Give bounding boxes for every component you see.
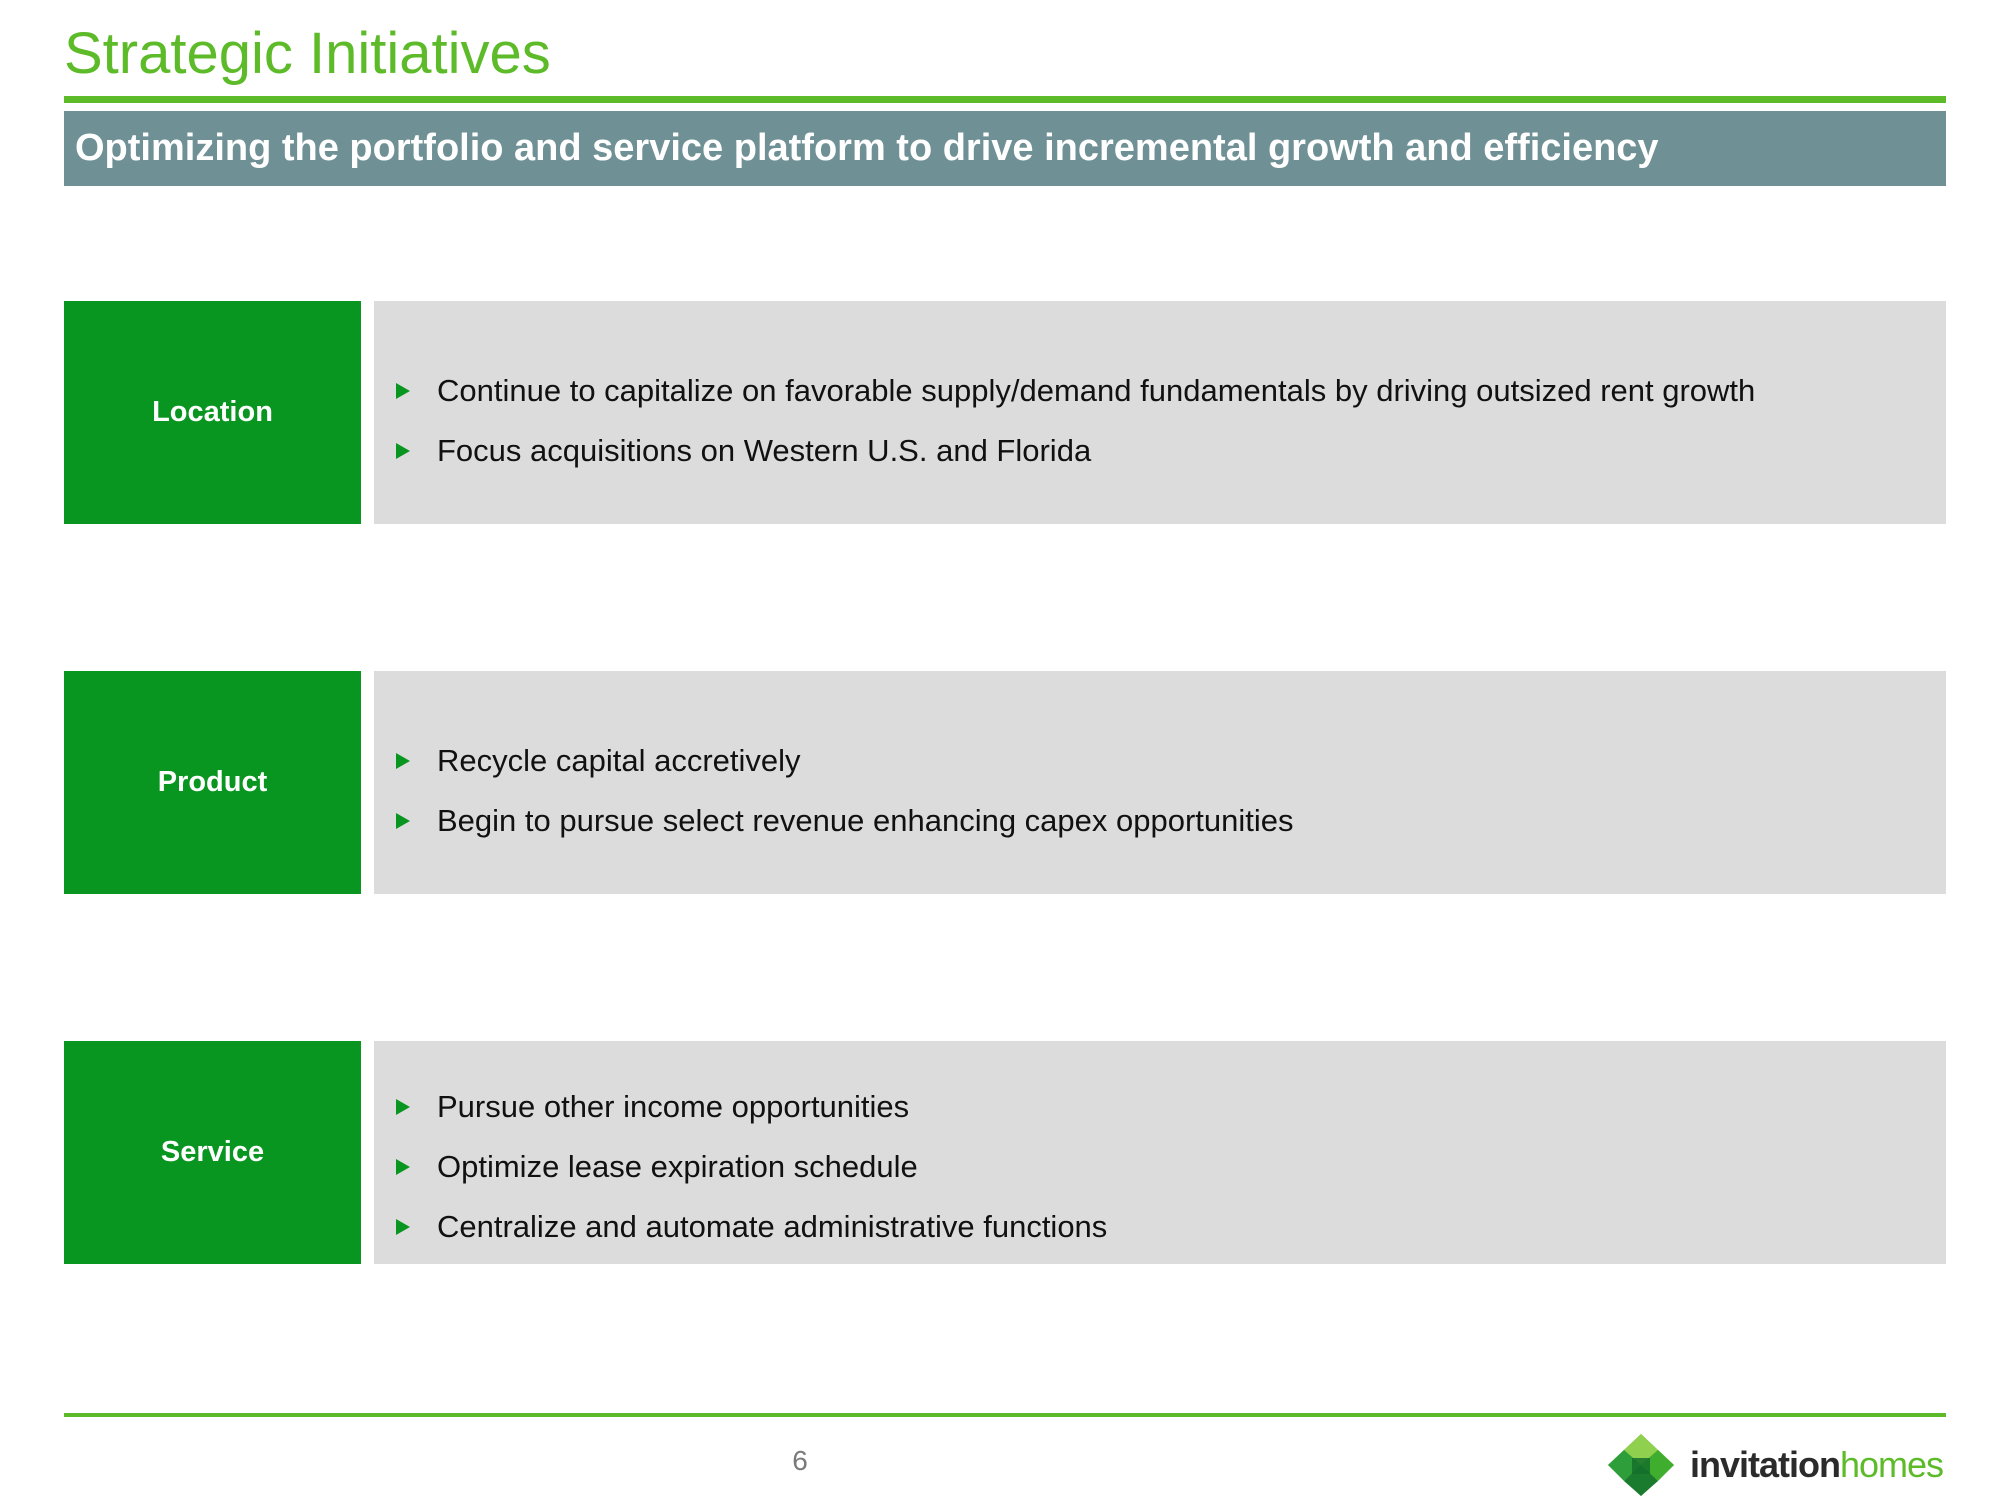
bullet-text: Continue to capitalize on favorable supp… — [437, 373, 1756, 408]
page-number: 6 — [792, 1445, 808, 1476]
page-title: Strategic Initiatives — [64, 21, 551, 86]
triangle-bullet-icon — [396, 753, 410, 769]
bullet-text: Focus acquisitions on Western U.S. and F… — [437, 433, 1092, 468]
initiative-label: Service — [160, 1136, 265, 1168]
bullet-item: Optimize lease expiration schedule — [396, 1137, 1107, 1197]
triangle-bullet-icon — [396, 443, 410, 459]
bullet-item: Centralize and automate administrative f… — [396, 1197, 1107, 1257]
initiative-row-location: Location Continue to capitalize on favor… — [64, 301, 1946, 524]
bullet-item: Recycle capital accretively — [396, 731, 1294, 791]
bullet-text: Begin to pursue select revenue enhancing… — [437, 803, 1294, 838]
triangle-bullet-icon — [396, 813, 410, 829]
footer-divider — [64, 1413, 1946, 1417]
bullet-list: Continue to capitalize on favorable supp… — [396, 361, 1755, 481]
initiative-row-product: Product Recycle capital accretively Begi… — [64, 671, 1946, 894]
bullet-item: Continue to capitalize on favorable supp… — [396, 361, 1755, 421]
bullet-item: Focus acquisitions on Western U.S. and F… — [396, 421, 1755, 481]
initiative-row-service: Service Pursue other income opportunitie… — [64, 1041, 1946, 1264]
initiative-content: Continue to capitalize on favorable supp… — [374, 301, 1946, 524]
bullet-text: Centralize and automate administrative f… — [437, 1209, 1108, 1244]
triangle-bullet-icon — [396, 383, 410, 399]
triangle-bullet-icon — [396, 1099, 410, 1115]
bullet-list: Pursue other income opportunities Optimi… — [396, 1077, 1107, 1257]
bullet-item: Pursue other income opportunities — [396, 1077, 1107, 1137]
bullet-list: Recycle capital accretively Begin to pur… — [396, 731, 1294, 851]
subtitle-text: Optimizing the portfolio and service pla… — [75, 127, 1659, 169]
title-divider — [64, 96, 1946, 103]
logo-text-primary: invitation — [1690, 1444, 1841, 1485]
initiative-content: Pursue other income opportunities Optimi… — [374, 1041, 1946, 1264]
initiative-content: Recycle capital accretively Begin to pur… — [374, 671, 1946, 894]
bullet-text: Optimize lease expiration schedule — [437, 1149, 918, 1184]
initiative-label-box: Product — [64, 671, 361, 894]
bullet-item: Begin to pursue select revenue enhancing… — [396, 791, 1294, 851]
initiative-label: Location — [152, 396, 273, 428]
subtitle-banner: Optimizing the portfolio and service pla… — [64, 111, 1946, 186]
initiative-label: Product — [157, 766, 268, 798]
initiative-label-box: Service — [64, 1041, 361, 1264]
logo-mark-icon — [1608, 1434, 1674, 1496]
company-logo: invitation homes — [1606, 1432, 1944, 1498]
triangle-bullet-icon — [396, 1159, 410, 1175]
triangle-bullet-icon — [396, 1219, 410, 1235]
bullet-text: Recycle capital accretively — [437, 743, 801, 778]
bullet-text: Pursue other income opportunities — [437, 1089, 910, 1124]
logo-text-secondary: homes — [1840, 1444, 1944, 1485]
initiative-label-box: Location — [64, 301, 361, 524]
